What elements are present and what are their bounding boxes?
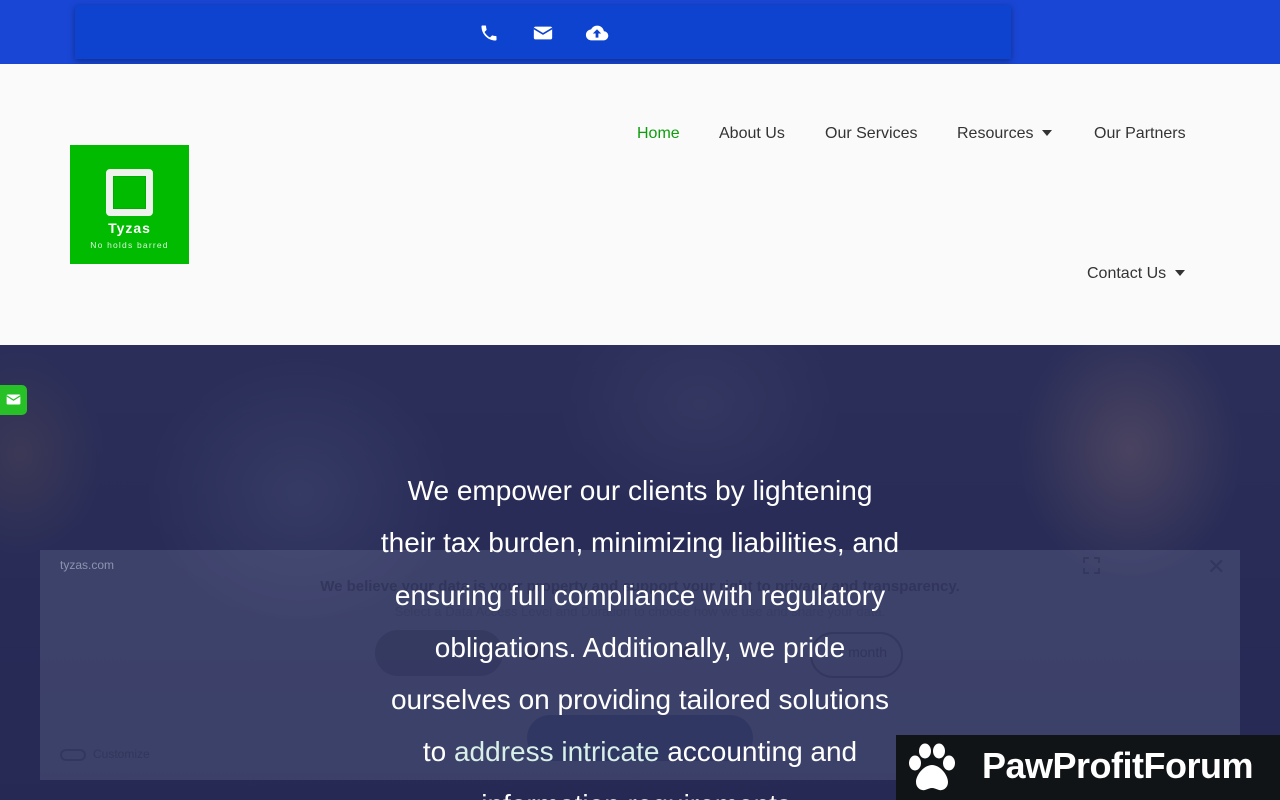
envelope-icon (6, 394, 21, 405)
caret-down-icon (1175, 269, 1186, 276)
logo-tagline: No holds barred (90, 240, 169, 250)
nav-resources-label: Resources (957, 125, 1034, 142)
top-bar (0, 0, 1280, 64)
nav-contact-us[interactable]: Contact Us (1087, 265, 1186, 283)
watermark-text: PawProfitForum (982, 745, 1254, 786)
top-bar-contact-strip (75, 5, 1011, 59)
customize-toggle[interactable] (60, 749, 86, 761)
hero-link[interactable]: address intricate (454, 736, 659, 767)
cloud-upload-icon[interactable] (585, 23, 609, 43)
expand-icon[interactable] (1083, 557, 1100, 574)
logo[interactable]: Tyzas No holds barred (70, 145, 189, 264)
hero-text: We empower our clients by lightening the… (380, 465, 900, 800)
close-icon[interactable]: ✕ (1207, 554, 1225, 580)
customize-label[interactable]: Customize (93, 747, 150, 761)
nav-about-us[interactable]: About Us (719, 125, 785, 143)
paw-icon (909, 743, 955, 791)
logo-square-icon (106, 169, 153, 216)
side-email-button[interactable] (0, 385, 27, 415)
site-header: Tyzas No holds barred Home About Us Our … (0, 64, 1280, 345)
nav-our-partners[interactable]: Our Partners (1094, 125, 1186, 143)
nav-home[interactable]: Home (637, 125, 680, 143)
hero-section: tyzas.com ✕ We believe your data is your… (0, 345, 1280, 800)
envelope-icon[interactable] (532, 23, 554, 43)
logo-name: Tyzas (108, 220, 151, 236)
phone-icon[interactable] (478, 23, 500, 43)
nav-our-services[interactable]: Our Services (825, 125, 917, 143)
caret-down-icon (1042, 129, 1053, 136)
watermark-banner: PawProfitForum (896, 735, 1280, 800)
nav-contact-us-label: Contact Us (1087, 265, 1167, 282)
consent-domain: tyzas.com (60, 558, 115, 572)
nav-resources[interactable]: Resources (957, 125, 1053, 143)
hero-text-main: We empower our clients by lightening the… (380, 475, 900, 768)
